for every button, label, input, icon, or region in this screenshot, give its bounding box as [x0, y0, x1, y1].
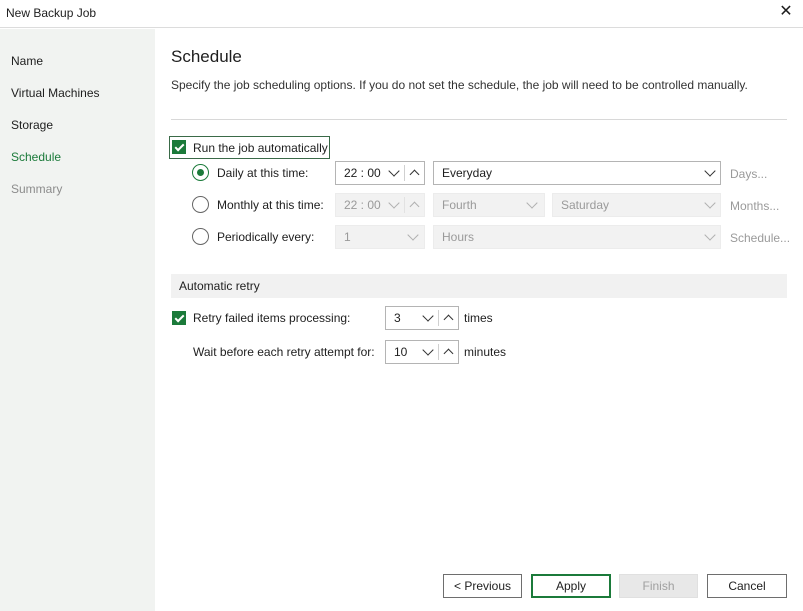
checkmark-icon: [173, 312, 185, 324]
section-title: Automatic retry: [179, 279, 260, 293]
schedule-link: Schedule...: [730, 231, 791, 245]
automatic-retry-header: Automatic retry: [171, 274, 787, 298]
chevron-down-icon: [704, 229, 716, 241]
wizard-sidebar: Name Virtual Machines Storage Schedule S…: [0, 29, 155, 611]
periodic-label[interactable]: Periodically every:: [217, 230, 314, 244]
retry-count-stepper[interactable]: 3: [385, 306, 459, 330]
sidebar-item-schedule[interactable]: Schedule: [11, 150, 61, 164]
daily-label[interactable]: Daily at this time:: [217, 166, 308, 180]
daily-frequency-value: Everyday: [442, 166, 493, 180]
chevron-down-icon: [407, 229, 419, 241]
wait-label: Wait before each retry attempt for:: [193, 345, 375, 359]
monthly-week-select: Fourth: [433, 193, 545, 217]
finish-button: Finish: [619, 574, 698, 598]
daily-frequency-select[interactable]: Everyday: [433, 161, 721, 185]
chevron-down-icon[interactable]: [388, 165, 400, 177]
sidebar-item-summary: Summary: [11, 182, 63, 196]
periodic-unit-select: Hours: [433, 225, 721, 249]
title-bar: New Backup Job ✕: [0, 0, 803, 28]
retry-failed-checkbox[interactable]: [172, 311, 186, 325]
page-title: Schedule: [171, 47, 242, 66]
chevron-up-icon[interactable]: [409, 169, 420, 180]
cancel-button[interactable]: Cancel: [707, 574, 787, 598]
spin-separator: [438, 310, 439, 326]
chevron-up-icon[interactable]: [443, 348, 454, 359]
wait-minutes-value: 10: [394, 345, 408, 359]
chevron-up-icon[interactable]: [443, 314, 454, 325]
wait-minutes-unit: minutes: [464, 345, 507, 359]
retry-count-value: 3: [394, 311, 401, 325]
monthly-day-select: Saturday: [552, 193, 721, 217]
sidebar-item-storage[interactable]: Storage: [11, 118, 53, 132]
days-link[interactable]: Days...: [730, 167, 767, 181]
sidebar-item-virtual-machines[interactable]: Virtual Machines: [11, 86, 100, 100]
chevron-down-icon: [388, 197, 400, 209]
apply-button[interactable]: Apply: [531, 574, 611, 598]
close-icon[interactable]: ✕: [777, 3, 795, 21]
chevron-up-icon: [409, 201, 420, 212]
monthly-day-value: Saturday: [561, 198, 610, 212]
monthly-week-value: Fourth: [442, 198, 477, 212]
periodic-interval-value: 1: [344, 230, 351, 244]
daily-time-value: 22 : 00: [344, 166, 381, 180]
spin-separator: [438, 344, 439, 360]
sidebar-item-name[interactable]: Name: [11, 54, 43, 68]
monthly-radio[interactable]: [192, 196, 209, 213]
periodic-interval-select: 1: [335, 225, 425, 249]
retry-count-unit: times: [464, 311, 493, 325]
previous-button[interactable]: < Previous: [443, 574, 522, 598]
retry-failed-label[interactable]: Retry failed items processing:: [193, 311, 350, 325]
divider: [171, 119, 787, 120]
chevron-down-icon: [526, 197, 538, 209]
daily-time-input[interactable]: 22 : 00: [335, 161, 425, 185]
periodic-unit-value: Hours: [442, 230, 475, 244]
periodic-radio[interactable]: [192, 228, 209, 245]
spin-separator: [404, 197, 405, 213]
chevron-down-icon: [704, 197, 716, 209]
spin-separator: [404, 165, 405, 181]
page-description: Specify the job scheduling options. If y…: [171, 78, 748, 92]
window-title: New Backup Job: [6, 6, 97, 20]
run-auto-checkbox[interactable]: [172, 140, 186, 154]
months-link: Months...: [730, 199, 780, 213]
daily-radio[interactable]: [192, 164, 209, 181]
chevron-down-icon: [704, 165, 716, 177]
chevron-down-icon[interactable]: [422, 310, 434, 322]
monthly-time-input: 22 : 00: [335, 193, 425, 217]
wait-minutes-stepper[interactable]: 10: [385, 340, 459, 364]
monthly-time-value: 22 : 00: [344, 198, 381, 212]
run-auto-label[interactable]: Run the job automatically: [193, 141, 328, 155]
checkmark-icon: [173, 141, 185, 153]
chevron-down-icon[interactable]: [422, 344, 434, 356]
monthly-label[interactable]: Monthly at this time:: [217, 198, 324, 212]
